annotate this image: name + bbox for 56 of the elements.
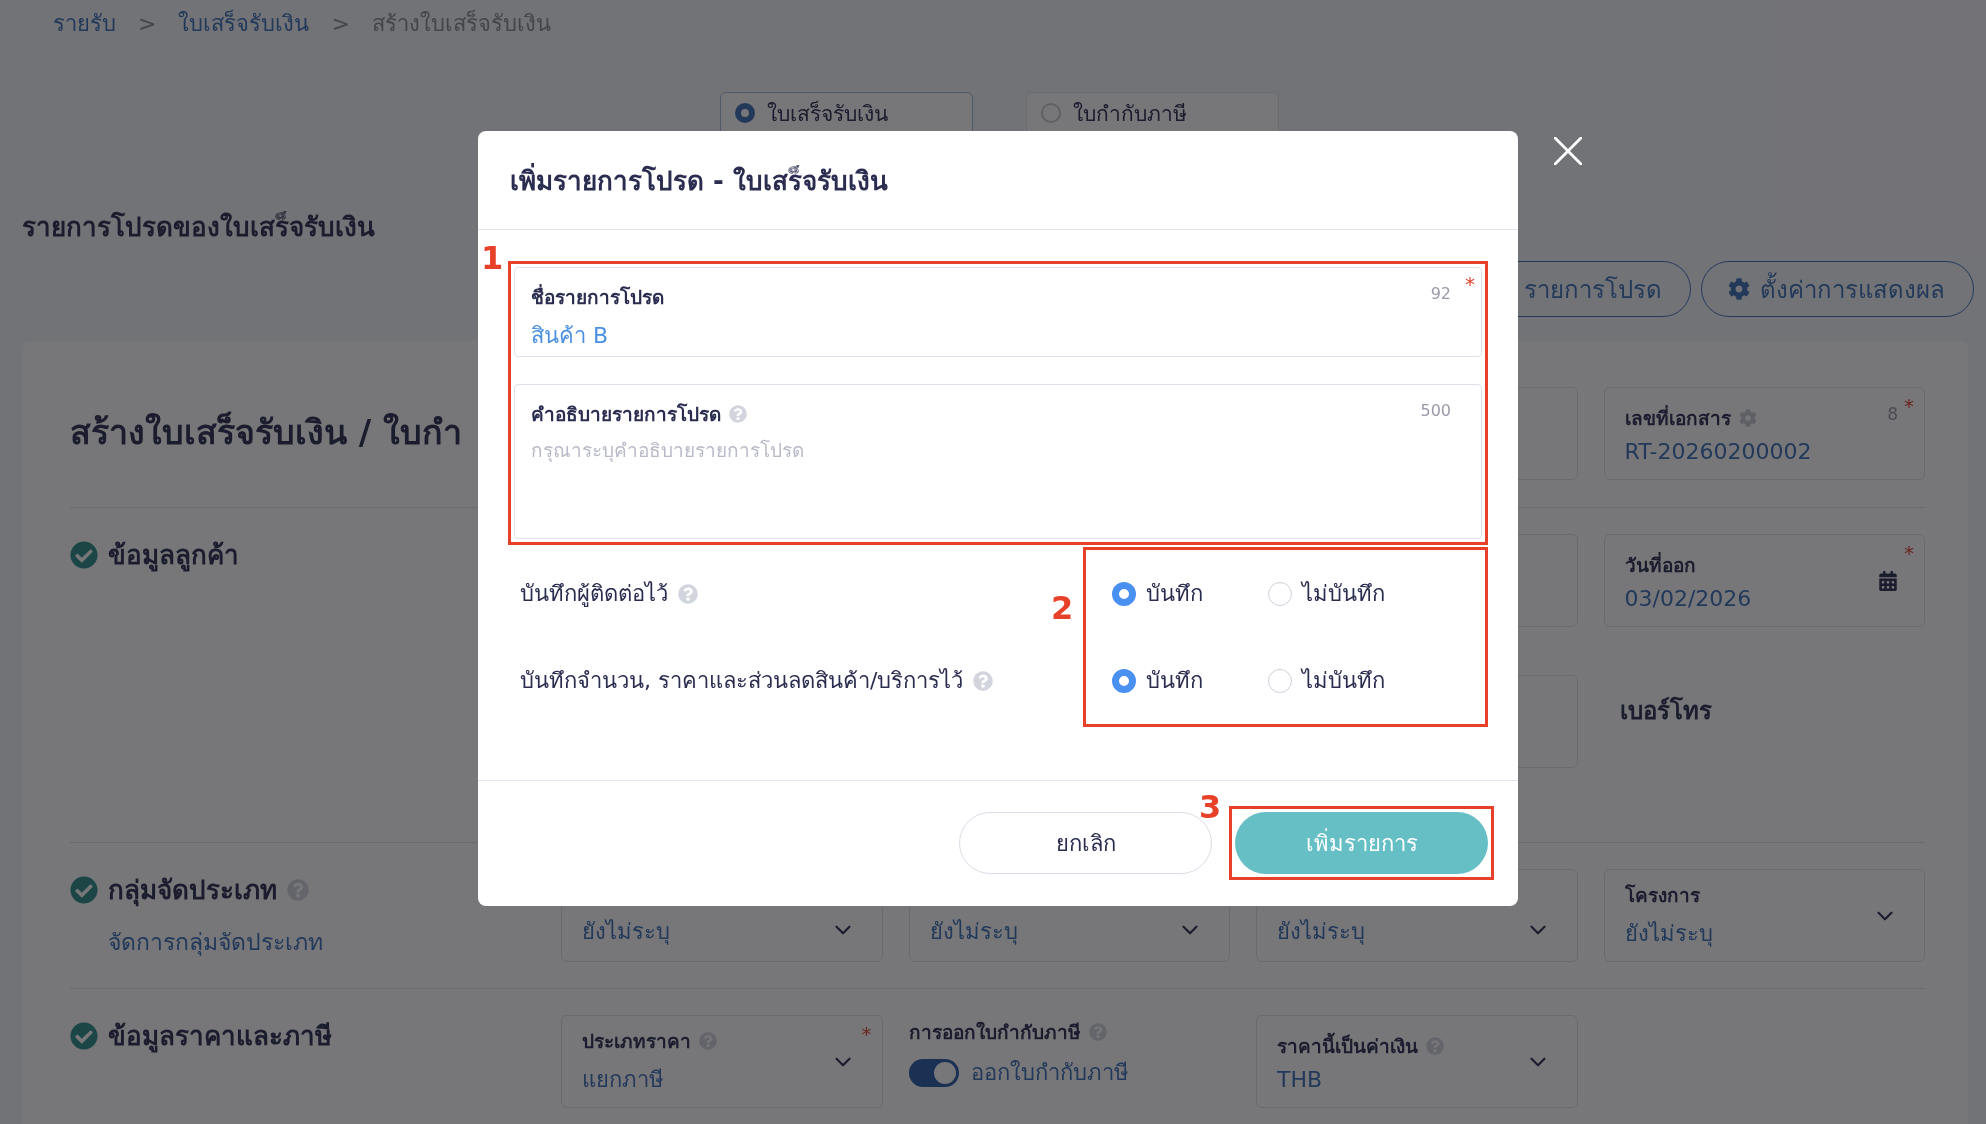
field-label: วันที่ออก xyxy=(1624,551,1696,578)
field-value: ยังไม่ระบุ xyxy=(1624,920,1713,949)
required-mark: * xyxy=(1904,541,1914,565)
annotation-number: 2 xyxy=(1051,592,1074,624)
select-field[interactable]: โครงการ ยังไม่ระบุ xyxy=(1603,869,1925,962)
field-value: สินค้า B xyxy=(531,322,609,350)
section-title: รายการโปรดของใบเสร็จรับเงิน xyxy=(22,210,375,244)
name-field[interactable]: ชื่อรายการโปรด สินค้า B 92 * xyxy=(514,267,1482,357)
form-title: สร้างใบเสร็จรับเงิน / ใบกำ xyxy=(70,410,463,454)
field-label: ประเภทราคา xyxy=(582,1029,691,1054)
field-value: ยังไม่ระบุ xyxy=(929,918,1018,947)
field-label: การออกใบกำกับภาษี xyxy=(908,1020,1081,1045)
radio-option[interactable]: ไม่บันทึก xyxy=(1268,663,1385,698)
radio-option[interactable]: บันทึก xyxy=(1112,576,1224,611)
modal-title: เพิ่มรายการโปรด - ใบเสร็จรับเงิน xyxy=(510,162,888,198)
description-field[interactable]: คำอธิบายรายการโปรด กรุณาระบุคำอธิบายรายการโปรด 500 xyxy=(514,384,1482,539)
field-label: เลขที่เอกสาร xyxy=(1624,404,1731,431)
field-label: ชื่อรายการโปรด xyxy=(531,283,664,310)
manage-link[interactable]: จัดการกลุ่มจัดประเภท xyxy=(108,924,323,960)
required-mark: * xyxy=(1904,394,1914,418)
breadcrumb-link[interactable]: รายรับ xyxy=(53,5,116,41)
field-value: 03/02/2026 xyxy=(1624,586,1752,611)
calendar-icon[interactable] xyxy=(1878,570,1898,591)
close-icon[interactable] xyxy=(1554,137,1582,165)
option-label: บันทึกผู้ติดต่อไว้ xyxy=(520,580,668,609)
character-counter: 500 xyxy=(1420,401,1451,420)
section-heading: ข้อมูลราคาและภาษี xyxy=(108,1020,332,1055)
field-value: ยังไม่ระบุ xyxy=(1277,918,1365,947)
add-button[interactable]: เพิ่มรายการ xyxy=(1235,812,1488,874)
field-label: โครงการ xyxy=(1624,883,1700,908)
field-heading: เบอร์โทร xyxy=(1619,695,1713,727)
gear-icon xyxy=(1728,278,1750,300)
section-heading: ข้อมูลลูกค้า xyxy=(108,539,239,574)
field-value: แยกภาษี xyxy=(582,1066,664,1094)
annotation-number: 1 xyxy=(481,242,504,274)
section-heading: กลุ่มจัดประเภท xyxy=(108,874,277,909)
breadcrumb-link[interactable]: ใบเสร็จรับเงิน xyxy=(178,5,310,41)
required-mark: * xyxy=(1465,272,1475,296)
select-field[interactable]: ประเภทราคา แยกภาษี * xyxy=(561,1015,883,1108)
toggle-switch[interactable] xyxy=(908,1058,959,1087)
field-value: THB xyxy=(1277,1067,1323,1092)
field-value: ยังไม่ระบุ xyxy=(582,918,670,947)
required-mark: * xyxy=(861,1022,872,1046)
select-field[interactable]: ราคานี้เป็นค่าเงิน THB xyxy=(1256,1015,1578,1108)
field-value: RT-20260200002 xyxy=(1624,439,1812,464)
field-label: คำอธิบายรายการโปรด xyxy=(531,402,721,427)
breadcrumb-separator: > xyxy=(138,10,157,36)
radio-option[interactable]: บันทึก xyxy=(1112,663,1224,698)
date-field[interactable]: วันที่ออก 03/02/2026 * xyxy=(1603,534,1925,627)
toggle-label: ออกใบกำกับภาษี xyxy=(970,1059,1129,1087)
placeholder-text: กรุณาระบุคำอธิบายรายการโปรด xyxy=(531,438,804,464)
breadcrumb-separator: > xyxy=(331,10,350,36)
radio-option[interactable]: ไม่บันทึก xyxy=(1268,576,1385,611)
option-label: บันทึกจำนวน, ราคาและส่วนลดสินค้า/บริการไว้ xyxy=(520,667,964,695)
field-label: ราคานี้เป็นค่าเงิน xyxy=(1277,1031,1418,1061)
character-counter: 92 xyxy=(1430,284,1451,303)
